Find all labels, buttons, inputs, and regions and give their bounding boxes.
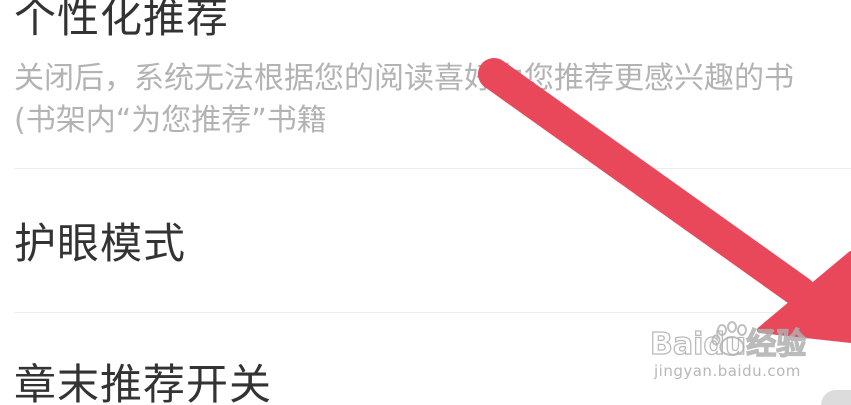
setting-description: 关闭后，系统无法根据您的阅读喜好为您推荐更感兴趣的书(书架内“为您推荐”书籍 [14,61,794,138]
divider [14,168,851,169]
setting-personalized-recommendation[interactable]: 个性化推荐 关闭后，系统无法根据您的阅读喜好为您推荐更感兴趣的书(书架内“为您推… [0,0,851,170]
setting-eye-care-mode[interactable]: 护眼模式 [0,170,851,312]
setting-title: 个性化推荐 [14,0,230,42]
setting-title: 章末推荐开关 [14,360,273,405]
setting-chapter-end-recommendation[interactable]: 章末推荐开关 [0,313,851,405]
setting-title: 护眼模式 [14,219,187,268]
settings-screen: 个性化推荐 关闭后，系统无法根据您的阅读喜好为您推荐更感兴趣的书(书架内“为您推… [0,0,851,405]
